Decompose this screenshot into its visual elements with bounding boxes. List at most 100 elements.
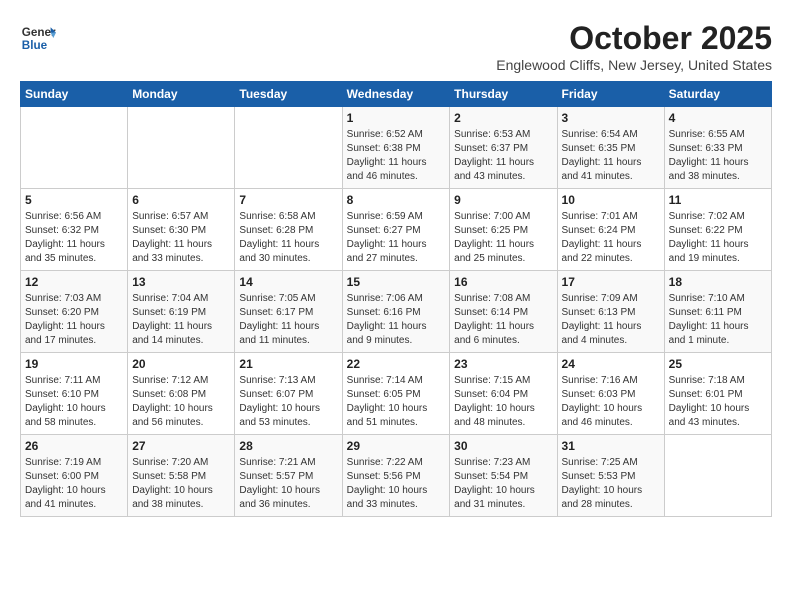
calendar-cell: 5 Sunrise: 6:56 AM Sunset: 6:32 PM Daylig… [21, 189, 128, 271]
calendar-cell: 17Sunrise: 7:09 AM Sunset: 6:13 PM Dayli… [557, 271, 664, 353]
calendar-cell: 31 Sunrise: 7:25 AM Sunset: 5:53 PM Dayli… [557, 435, 664, 517]
day-info: Sunrise: 7:22 AM Sunset: 5:56 PM Dayligh… [347, 456, 446, 512]
calendar-cell: 25Sunrise: 7:18 AM Sunset: 6:01 PM Dayli… [664, 353, 771, 435]
col-monday: Monday [128, 82, 235, 107]
calendar-cell: 28 Sunrise: 7:21 AM Sunset: 5:57 PM Dayli… [235, 435, 342, 517]
day-info: Sunrise: 7:02 AM Sunset: 6:22 PM Dayligh… [669, 210, 767, 266]
day-info: Sunrise: 7:15 AM Sunset: 6:04 PM Dayligh… [454, 374, 552, 430]
day-info: Sunrise: 6:57 AM Sunset: 6:30 PM Dayligh… [132, 210, 230, 266]
calendar-cell: 11 Sunrise: 7:02 AM Sunset: 6:22 PM Dayli… [664, 189, 771, 271]
day-number: 21 [239, 357, 337, 371]
calendar-cell: 23 Sunrise: 7:15 AM Sunset: 6:04 PM Dayli… [450, 353, 557, 435]
calendar-cell: 1 Sunrise: 6:52 AM Sunset: 6:38 PM Daylig… [342, 107, 450, 189]
day-number: 8 [347, 193, 446, 207]
day-info: Sunrise: 6:59 AM Sunset: 6:27 PM Dayligh… [347, 210, 446, 266]
month-title: October 2025 [496, 20, 772, 57]
day-number: 6 [132, 193, 230, 207]
day-info: Sunrise: 7:19 AM Sunset: 6:00 PM Dayligh… [25, 456, 123, 512]
col-friday: Friday [557, 82, 664, 107]
calendar-cell: 2 Sunrise: 6:53 AM Sunset: 6:37 PM Daylig… [450, 107, 557, 189]
calendar-cell: 22Sunrise: 7:14 AM Sunset: 6:05 PM Dayli… [342, 353, 450, 435]
logo-icon: General Blue [20, 20, 56, 56]
col-wednesday: Wednesday [342, 82, 450, 107]
calendar-cell: 20Sunrise: 7:12 AM Sunset: 6:08 PM Dayli… [128, 353, 235, 435]
day-number: 1 [347, 111, 446, 125]
day-number: 31 [562, 439, 660, 453]
day-info: Sunrise: 7:25 AM Sunset: 5:53 PM Dayligh… [562, 456, 660, 512]
day-info: Sunrise: 6:56 AM Sunset: 6:32 PM Dayligh… [25, 210, 123, 266]
day-info: Sunrise: 7:00 AM Sunset: 6:25 PM Dayligh… [454, 210, 552, 266]
calendar-cell: 13 Sunrise: 7:04 AM Sunset: 6:19 PM Dayli… [128, 271, 235, 353]
calendar-cell: 3Sunrise: 6:54 AM Sunset: 6:35 PM Daylig… [557, 107, 664, 189]
day-number: 17 [562, 275, 660, 289]
page-header: General Blue October 2025 Englewood Clif… [20, 20, 772, 73]
calendar-cell: 16 Sunrise: 7:08 AM Sunset: 6:14 PM Dayli… [450, 271, 557, 353]
day-number: 15 [347, 275, 446, 289]
calendar-cell: 18 Sunrise: 7:10 AM Sunset: 6:11 PM Dayli… [664, 271, 771, 353]
day-info: Sunrise: 6:53 AM Sunset: 6:37 PM Dayligh… [454, 128, 552, 184]
day-info: Sunrise: 6:55 AM Sunset: 6:33 PM Dayligh… [669, 128, 767, 184]
calendar-cell: 8 Sunrise: 6:59 AM Sunset: 6:27 PM Daylig… [342, 189, 450, 271]
day-info: Sunrise: 6:58 AM Sunset: 6:28 PM Dayligh… [239, 210, 337, 266]
day-number: 26 [25, 439, 123, 453]
calendar-cell: 30Sunrise: 7:23 AM Sunset: 5:54 PM Dayli… [450, 435, 557, 517]
day-number: 2 [454, 111, 552, 125]
day-number: 3 [562, 111, 660, 125]
calendar-table: Sunday Monday Tuesday Wednesday Thursday… [20, 81, 772, 517]
day-number: 29 [347, 439, 446, 453]
calendar-cell: 26 Sunrise: 7:19 AM Sunset: 6:00 PM Dayli… [21, 435, 128, 517]
calendar-cell: 15Sunrise: 7:06 AM Sunset: 6:16 PM Dayli… [342, 271, 450, 353]
day-number: 16 [454, 275, 552, 289]
col-sunday: Sunday [21, 82, 128, 107]
calendar-cell: 4Sunrise: 6:55 AM Sunset: 6:33 PM Daylig… [664, 107, 771, 189]
day-info: Sunrise: 7:16 AM Sunset: 6:03 PM Dayligh… [562, 374, 660, 430]
day-info: Sunrise: 7:12 AM Sunset: 6:08 PM Dayligh… [132, 374, 230, 430]
day-info: Sunrise: 7:05 AM Sunset: 6:17 PM Dayligh… [239, 292, 337, 348]
day-info: Sunrise: 7:10 AM Sunset: 6:11 PM Dayligh… [669, 292, 767, 348]
calendar-cell [235, 107, 342, 189]
calendar-week-4: 19Sunrise: 7:11 AM Sunset: 6:10 PM Dayli… [21, 353, 772, 435]
day-info: Sunrise: 7:11 AM Sunset: 6:10 PM Dayligh… [25, 374, 123, 430]
calendar-cell: 14 Sunrise: 7:05 AM Sunset: 6:17 PM Dayli… [235, 271, 342, 353]
day-info: Sunrise: 7:03 AM Sunset: 6:20 PM Dayligh… [25, 292, 123, 348]
day-number: 11 [669, 193, 767, 207]
calendar-cell: 29 Sunrise: 7:22 AM Sunset: 5:56 PM Dayli… [342, 435, 450, 517]
day-info: Sunrise: 7:21 AM Sunset: 5:57 PM Dayligh… [239, 456, 337, 512]
day-info: Sunrise: 6:52 AM Sunset: 6:38 PM Dayligh… [347, 128, 446, 184]
day-number: 12 [25, 275, 123, 289]
day-info: Sunrise: 7:01 AM Sunset: 6:24 PM Dayligh… [562, 210, 660, 266]
calendar-cell: 7 Sunrise: 6:58 AM Sunset: 6:28 PM Daylig… [235, 189, 342, 271]
svg-text:Blue: Blue [22, 39, 48, 52]
day-number: 13 [132, 275, 230, 289]
col-saturday: Saturday [664, 82, 771, 107]
day-number: 28 [239, 439, 337, 453]
day-number: 22 [347, 357, 446, 371]
day-number: 9 [454, 193, 552, 207]
day-number: 24 [562, 357, 660, 371]
location-subtitle: Englewood Cliffs, New Jersey, United Sta… [496, 57, 772, 73]
calendar-header-row: Sunday Monday Tuesday Wednesday Thursday… [21, 82, 772, 107]
day-number: 7 [239, 193, 337, 207]
calendar-cell: 27 Sunrise: 7:20 AM Sunset: 5:58 PM Dayli… [128, 435, 235, 517]
day-number: 25 [669, 357, 767, 371]
logo: General Blue [20, 20, 56, 56]
day-number: 14 [239, 275, 337, 289]
calendar-cell: 12 Sunrise: 7:03 AM Sunset: 6:20 PM Dayli… [21, 271, 128, 353]
day-info: Sunrise: 7:23 AM Sunset: 5:54 PM Dayligh… [454, 456, 552, 512]
day-info: Sunrise: 7:08 AM Sunset: 6:14 PM Dayligh… [454, 292, 552, 348]
calendar-week-5: 26 Sunrise: 7:19 AM Sunset: 6:00 PM Dayli… [21, 435, 772, 517]
day-number: 18 [669, 275, 767, 289]
day-number: 27 [132, 439, 230, 453]
day-number: 10 [562, 193, 660, 207]
day-number: 5 [25, 193, 123, 207]
calendar-cell: 21 Sunrise: 7:13 AM Sunset: 6:07 PM Dayli… [235, 353, 342, 435]
calendar-cell: 19Sunrise: 7:11 AM Sunset: 6:10 PM Dayli… [21, 353, 128, 435]
calendar-cell: 24 Sunrise: 7:16 AM Sunset: 6:03 PM Dayli… [557, 353, 664, 435]
calendar-week-1: 1 Sunrise: 6:52 AM Sunset: 6:38 PM Daylig… [21, 107, 772, 189]
day-info: Sunrise: 7:20 AM Sunset: 5:58 PM Dayligh… [132, 456, 230, 512]
calendar-body: 1 Sunrise: 6:52 AM Sunset: 6:38 PM Daylig… [21, 107, 772, 517]
day-info: Sunrise: 7:13 AM Sunset: 6:07 PM Dayligh… [239, 374, 337, 430]
calendar-cell: 9 Sunrise: 7:00 AM Sunset: 6:25 PM Daylig… [450, 189, 557, 271]
day-number: 23 [454, 357, 552, 371]
day-info: Sunrise: 7:04 AM Sunset: 6:19 PM Dayligh… [132, 292, 230, 348]
